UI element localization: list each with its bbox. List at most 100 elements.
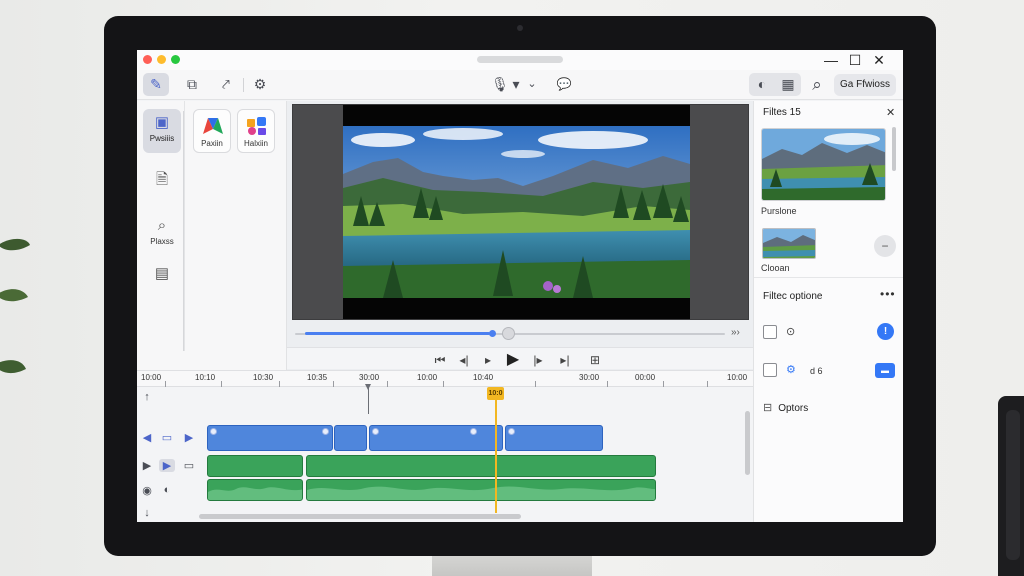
timeline-vertical-scrollbar[interactable] bbox=[745, 411, 750, 475]
play-small-icon[interactable]: ▸ bbox=[478, 351, 498, 369]
arrow-down-icon[interactable]: ↓ bbox=[139, 507, 155, 519]
close-button[interactable]: ✕ bbox=[869, 51, 889, 69]
close-traffic-light[interactable] bbox=[143, 55, 152, 64]
tag-icon[interactable]: ▬ bbox=[875, 363, 895, 378]
ruler-tick bbox=[165, 381, 166, 387]
skip-start-icon[interactable]: ⏮ bbox=[430, 351, 450, 369]
audio-clip[interactable] bbox=[306, 455, 656, 477]
audio2-track-icon-b[interactable]: ◐ bbox=[159, 484, 175, 496]
volume-knob[interactable] bbox=[502, 327, 515, 340]
clip-keyframe[interactable] bbox=[508, 428, 515, 435]
ruler-tick bbox=[663, 381, 664, 387]
scrubber-handle[interactable] bbox=[489, 330, 496, 337]
scrubber[interactable]: »› bbox=[295, 327, 745, 341]
waveform-graphic bbox=[307, 486, 655, 500]
timeline-marker[interactable] bbox=[365, 384, 371, 414]
filter-thumbnail-1-caption: Purslone bbox=[761, 206, 797, 216]
ruler-tick-label: 10:00 bbox=[727, 373, 748, 382]
remove-filter-button[interactable]: − bbox=[874, 235, 896, 257]
options-row[interactable]: ⊟ Optors bbox=[763, 401, 808, 414]
filter-option-2-checkbox[interactable] bbox=[763, 363, 777, 377]
playhead[interactable] bbox=[495, 391, 497, 513]
video-clip[interactable] bbox=[369, 425, 503, 451]
left-tool-active[interactable]: ▣ Pwsiiis bbox=[143, 109, 181, 153]
filter-thumbnail-1[interactable] bbox=[761, 128, 886, 201]
video-track-icon-b[interactable]: ▭ bbox=[159, 431, 175, 444]
link-tool-icon[interactable]: ⤤ bbox=[213, 73, 239, 96]
video-frame bbox=[343, 105, 690, 319]
gear-icon[interactable]: ⚙ bbox=[247, 73, 273, 96]
more-options-icon[interactable]: ••• bbox=[880, 287, 896, 301]
audio2-track-icon-a[interactable]: ◉ bbox=[139, 484, 155, 497]
info-icon[interactable]: ! bbox=[877, 323, 894, 340]
audio-track-icon-c[interactable]: ▭ bbox=[181, 459, 197, 472]
copy-tool-icon[interactable]: ⧉ bbox=[179, 73, 205, 96]
step-forward-icon[interactable]: |▸ bbox=[528, 351, 548, 369]
filter-option-1-icon: ⊙ bbox=[786, 326, 796, 338]
video-track-icon-a[interactable]: ◀ bbox=[139, 431, 155, 444]
action-button[interactable]: Ga Ffwioss bbox=[834, 74, 896, 96]
effect-card-gradient-label: Paxiin bbox=[201, 139, 223, 148]
audio-clip[interactable] bbox=[207, 455, 303, 477]
left-tool-search[interactable]: ⌕ Plaxss bbox=[143, 215, 181, 251]
audio-track-icon-a[interactable]: ▶ bbox=[139, 459, 155, 472]
chevron-down-icon[interactable]: ⌄ bbox=[525, 73, 539, 96]
play-button[interactable]: ▶ bbox=[503, 351, 523, 369]
fullscreen-icon[interactable]: ⊞ bbox=[585, 351, 605, 369]
arrow-up-icon[interactable]: ↑ bbox=[139, 391, 155, 403]
timeline-ruler[interactable]: 10:00 10:10 10:30 10:35 30:00 10:00 10:4… bbox=[137, 371, 753, 387]
ruler-tick-label: 10:30 bbox=[253, 373, 274, 382]
ruler-tick-label: 10:35 bbox=[307, 373, 328, 382]
scrubber-end-icon[interactable]: »› bbox=[731, 327, 740, 338]
view-toggle-group: ◐ ▦ bbox=[749, 73, 801, 96]
search-icon[interactable]: ⌕ bbox=[804, 73, 830, 96]
view-toggle-a-icon[interactable]: ◐ bbox=[749, 73, 775, 96]
effect-card-sticker-label: Halxiin bbox=[243, 139, 268, 148]
step-back-icon[interactable]: ◂| bbox=[454, 351, 474, 369]
video-viewer[interactable] bbox=[292, 104, 749, 320]
close-icon[interactable]: ✕ bbox=[886, 106, 895, 119]
document-icon: 🗎 bbox=[155, 171, 169, 188]
left-tool-document[interactable]: 🗎 bbox=[143, 169, 181, 193]
video-clip[interactable] bbox=[334, 425, 367, 451]
audio-waveform-clip[interactable] bbox=[306, 479, 656, 501]
effect-card-gradient[interactable]: Paxiin bbox=[193, 109, 231, 153]
minimize-traffic-light[interactable] bbox=[157, 55, 166, 64]
ruler-tick bbox=[607, 381, 608, 387]
view-toggle-b-icon[interactable]: ▦ bbox=[775, 73, 801, 96]
audio-track-icon-b[interactable]: ▶ bbox=[159, 459, 175, 472]
ruler-tick-label: 10:00 bbox=[417, 373, 438, 382]
video-track-icon-c[interactable]: ▶ bbox=[181, 431, 197, 444]
options-icon: ⊟ bbox=[763, 402, 773, 414]
monitor: — ☐ ✕ ✎ ⧉ ⤤ ⚙ 🎙 ▾ ⌄ 💬 ◐ ▦ ⌕ Ga Ffwioss ▣… bbox=[104, 16, 936, 556]
filter-option-1-checkbox[interactable] bbox=[763, 325, 777, 339]
ruler-tick bbox=[707, 381, 708, 387]
chat-icon[interactable]: 💬 bbox=[551, 73, 577, 96]
filter-thumbnail-2[interactable] bbox=[762, 228, 816, 259]
effect-card-sticker[interactable]: Halxiin bbox=[237, 109, 275, 153]
ruler-tick-label: 10:10 bbox=[195, 373, 216, 382]
clip-keyframe[interactable] bbox=[322, 428, 329, 435]
audio-waveform-clip[interactable] bbox=[207, 479, 303, 501]
playhead-time[interactable]: 10:0 bbox=[487, 387, 504, 400]
dropdown-icon[interactable]: ▾ bbox=[509, 73, 523, 96]
ruler-tick bbox=[387, 381, 388, 387]
edit-tool-icon[interactable]: ✎ bbox=[143, 73, 169, 96]
maximize-button[interactable]: ☐ bbox=[845, 51, 865, 69]
zoom-traffic-light[interactable] bbox=[171, 55, 180, 64]
left-tool-column: ▣ Pwsiiis 🗎 ⌕ Plaxss ▤ bbox=[137, 101, 185, 351]
left-tool-clipboard[interactable]: ▤ bbox=[143, 263, 181, 287]
filters-divider bbox=[754, 277, 903, 278]
clip-keyframe[interactable] bbox=[470, 428, 477, 435]
clip-keyframe[interactable] bbox=[210, 428, 217, 435]
video-clip[interactable] bbox=[207, 425, 333, 451]
timeline-horizontal-scrollbar[interactable] bbox=[199, 514, 521, 519]
app-window: — ☐ ✕ ✎ ⧉ ⤤ ⚙ 🎙 ▾ ⌄ 💬 ◐ ▦ ⌕ Ga Ffwioss ▣… bbox=[137, 50, 903, 522]
ruler-tick-label: 30:00 bbox=[359, 373, 380, 382]
left-tool-label: Pwsiiis bbox=[149, 134, 175, 143]
video-clip[interactable] bbox=[505, 425, 603, 451]
minimize-button[interactable]: — bbox=[821, 51, 841, 69]
clip-keyframe[interactable] bbox=[372, 428, 379, 435]
filters-scrollbar[interactable] bbox=[892, 127, 896, 171]
skip-end-icon[interactable]: ▸| bbox=[555, 351, 575, 369]
